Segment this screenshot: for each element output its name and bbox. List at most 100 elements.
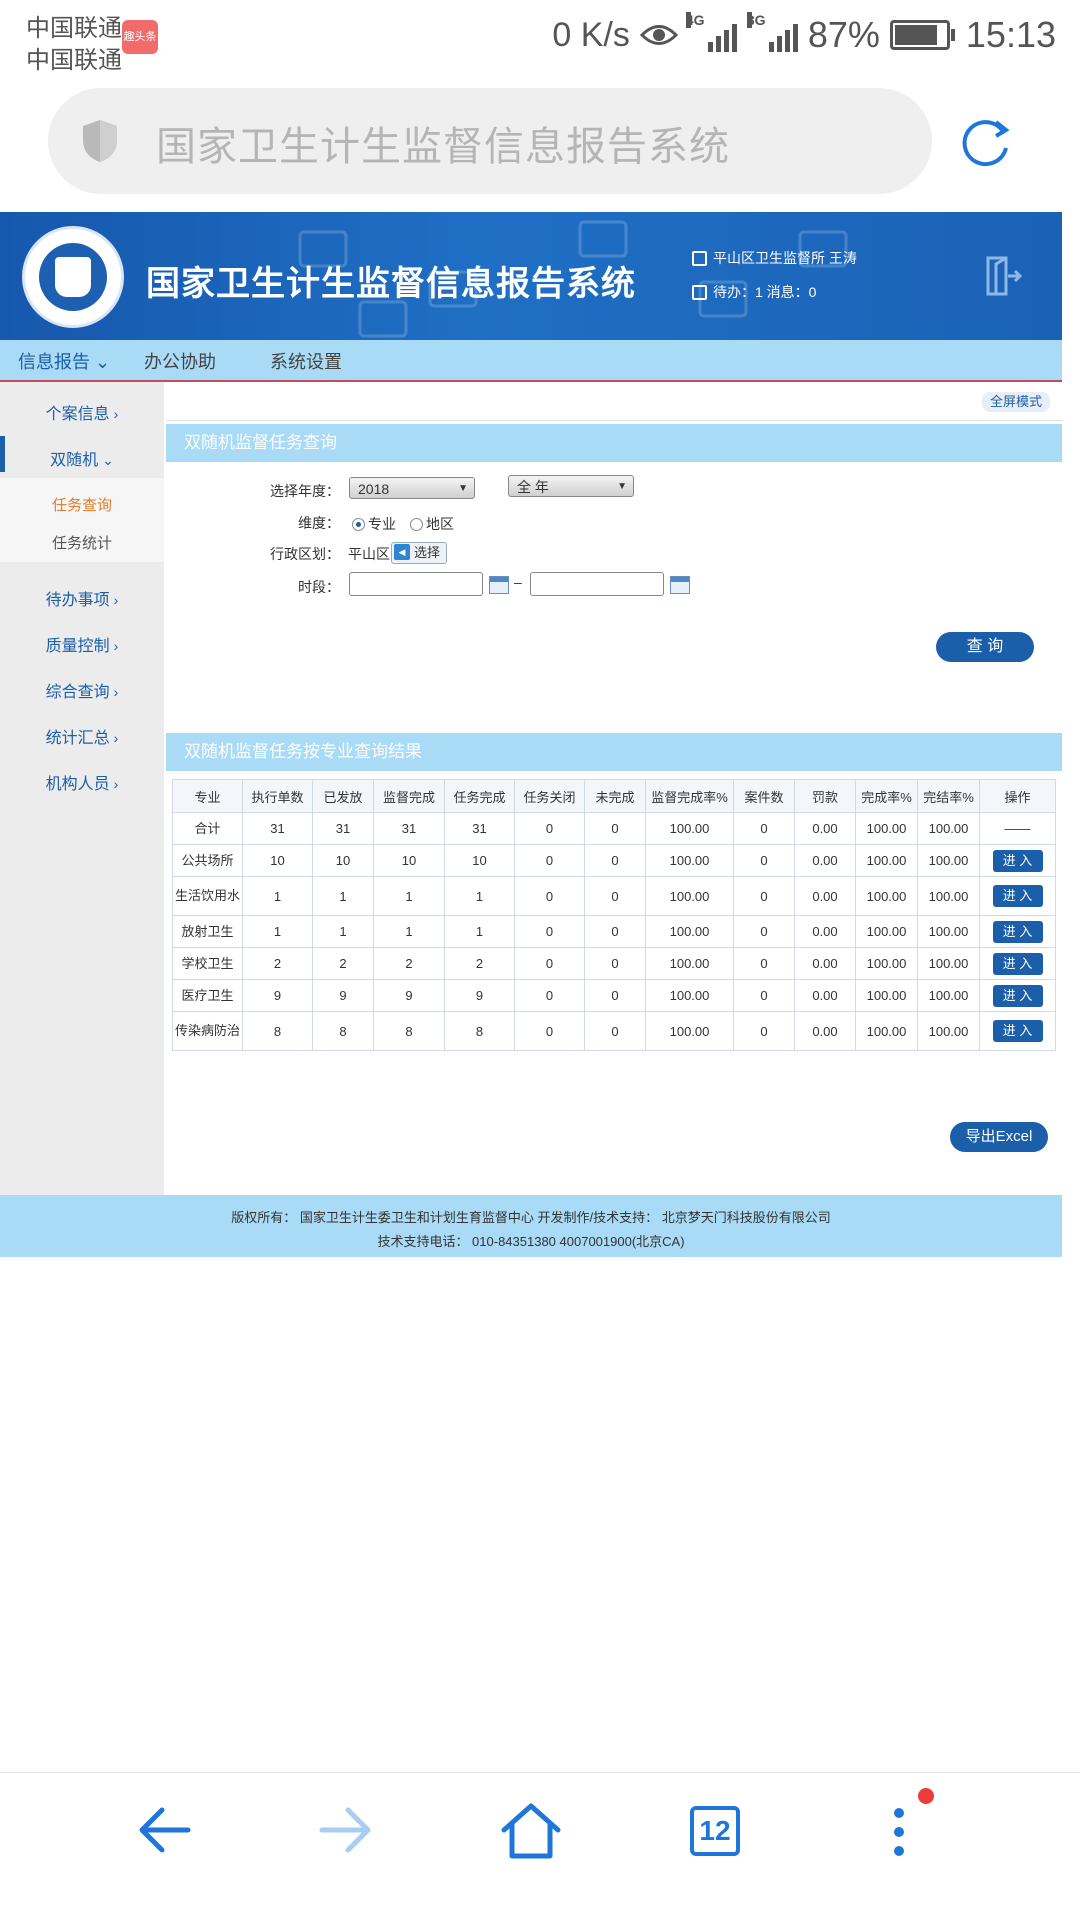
table-header-cell: 已发放 <box>312 779 374 813</box>
enter-button[interactable]: 进 入 <box>992 920 1043 943</box>
dropdown-arrow-icon: ▼ <box>458 483 468 494</box>
year-select[interactable]: 2018 ▼ <box>349 477 475 499</box>
table-cell: 10 <box>444 844 515 877</box>
year-label: 选择年度： <box>270 483 340 499</box>
user-info: 平山区卫生监督所 王涛 <box>692 248 857 268</box>
table-cell: 1 <box>312 876 374 916</box>
sidebar-subitem-task-stats[interactable]: 任务统计 <box>0 532 164 553</box>
table-cell: 0.00 <box>794 812 856 845</box>
sidebar-subitem-task-query[interactable]: 任务查询 <box>0 494 164 515</box>
sidebar-item-case-info[interactable]: 个案信息 › <box>0 400 164 424</box>
table-cell: 100.00 <box>917 812 980 845</box>
table-cell: 8 <box>312 1011 374 1051</box>
table-cell: 100.00 <box>855 1011 918 1051</box>
back-icon[interactable] <box>134 1800 194 1860</box>
table-header-cell: 完成率% <box>855 779 918 813</box>
table-cell: 1 <box>242 876 313 916</box>
shield-icon <box>83 120 117 162</box>
reload-icon[interactable] <box>958 114 1014 170</box>
logout-icon[interactable] <box>982 254 1022 298</box>
main-nav: 信息报告 ⌄ 办公协助 系统设置 <box>0 340 1062 382</box>
todo-count: 待办：1 消息：0 <box>713 284 817 300</box>
table-cell: 100.00 <box>855 876 918 916</box>
table-row: 学校卫生 2 2 2 2 0 0 100.00 0 0.00 100.00 100.00 进 入 <box>172 947 1056 980</box>
table-cell: 0 <box>584 876 646 916</box>
more-icon[interactable] <box>894 1808 906 1865</box>
table-header-cell: 案件数 <box>733 779 795 813</box>
signal-4g-icon: 4G <box>685 12 737 52</box>
start-date-input[interactable] <box>349 572 483 596</box>
table-cell: 9 <box>242 979 313 1012</box>
table-cell: 100.00 <box>645 947 734 980</box>
table-cell: 100.00 <box>917 979 980 1012</box>
calendar-icon[interactable] <box>489 576 509 594</box>
enter-button[interactable]: 进 入 <box>992 984 1043 1007</box>
table-cell: 9 <box>373 979 445 1012</box>
dimension-radio-region[interactable]: 地区 <box>410 514 454 534</box>
nav-item-office[interactable]: 办公协助 <box>144 348 216 374</box>
query-panel-title: 双随机监督任务查询 <box>166 424 1062 462</box>
table-cell: 0 <box>584 947 646 980</box>
address-bar[interactable]: 国家卫生计生监督信息报告系统 <box>48 88 932 194</box>
enter-button[interactable]: 进 入 <box>992 885 1043 907</box>
table-header-cell: 任务完成 <box>444 779 515 813</box>
todo-info[interactable]: 待办：1 消息：0 <box>692 282 816 302</box>
region-value: 平山区 <box>348 546 390 562</box>
fullscreen-button[interactable]: 全屏模式 <box>982 392 1051 412</box>
period-select[interactable]: 全 年 ▼ <box>508 475 634 497</box>
export-excel-button[interactable]: 导出Excel <box>950 1122 1048 1152</box>
table-cell: 100.00 <box>917 876 980 916</box>
region-label: 行政区划： <box>270 546 340 562</box>
table-cell: 0 <box>514 1011 585 1051</box>
sidebar-item-general-query[interactable]: 综合查询 › <box>0 678 164 702</box>
table-cell: 0 <box>733 812 795 845</box>
table-cell: 1 <box>312 915 374 948</box>
table-header-cell: 未完成 <box>584 779 646 813</box>
table-cell: 0 <box>733 979 795 1012</box>
site-footer: 版权所有： 国家卫生计生委卫生和计划生育监督中心 开发制作/技术支持： 北京梦天… <box>0 1195 1062 1257</box>
table-cell: 100.00 <box>917 1011 980 1051</box>
nav-item-settings[interactable]: 系统设置 <box>270 348 342 374</box>
tabs-icon[interactable]: 12 <box>690 1806 740 1856</box>
enter-button[interactable]: 进 入 <box>992 952 1043 975</box>
carrier-label-2: 中国联通 <box>26 47 122 74</box>
sidebar-item-double-random[interactable]: 双随机 ⌄ <box>0 446 164 470</box>
enter-button[interactable]: 进 入 <box>992 1020 1043 1042</box>
enter-button[interactable]: 进 入 <box>992 849 1043 872</box>
sidebar-item-todo[interactable]: 待办事项 › <box>0 586 164 610</box>
dimension-radio-specialty[interactable]: 专业 <box>352 514 396 534</box>
table-cell: 1 <box>373 876 445 916</box>
sidebar-item-staff[interactable]: 机构人员 › <box>0 770 164 794</box>
query-button[interactable]: 查 询 <box>936 632 1034 662</box>
footer-support: 技术支持电话： 010-84351380 4007001900(北京CA) <box>377 1234 685 1249</box>
sidebar-item-quality[interactable]: 质量控制 › <box>0 632 164 656</box>
table-header-cell: 监督完成率% <box>645 779 734 813</box>
end-date-input[interactable] <box>530 572 664 596</box>
table-cell-specialty: 传染病防治 <box>172 1011 243 1051</box>
region-pick-button[interactable]: 选择 <box>391 542 448 564</box>
table-cell: 100.00 <box>645 979 734 1012</box>
table-cell: 8 <box>444 1011 515 1051</box>
table-cell-specialty: 医疗卫生 <box>172 979 243 1012</box>
date-range-dash: – <box>514 574 522 590</box>
table-cell: 8 <box>242 1011 313 1051</box>
dropdown-arrow-icon: ▼ <box>617 481 627 492</box>
table-cell: 0 <box>584 844 646 877</box>
nav-item-info-report[interactable]: 信息报告 ⌄ <box>18 348 110 374</box>
eye-icon <box>639 25 678 45</box>
carrier-label: 中国联通 <box>26 15 122 42</box>
table-cell: 9 <box>312 979 374 1012</box>
table-cell: 31 <box>444 812 515 845</box>
divider <box>166 420 1062 421</box>
signal-3g-icon: 3G <box>746 12 798 52</box>
network-speed: 0 K/s <box>552 15 630 54</box>
table-cell: 0 <box>584 915 646 948</box>
table-cell-operation: 进 入 <box>979 979 1056 1012</box>
table-cell: 100.00 <box>645 915 734 948</box>
calendar-icon[interactable] <box>670 576 690 594</box>
sidebar-item-stats[interactable]: 统计汇总 › <box>0 724 164 748</box>
table-cell-operation: 进 入 <box>979 915 1056 948</box>
home-icon[interactable] <box>500 1800 562 1862</box>
table-cell: 1 <box>373 915 445 948</box>
chevron-right-icon: › <box>113 730 119 746</box>
